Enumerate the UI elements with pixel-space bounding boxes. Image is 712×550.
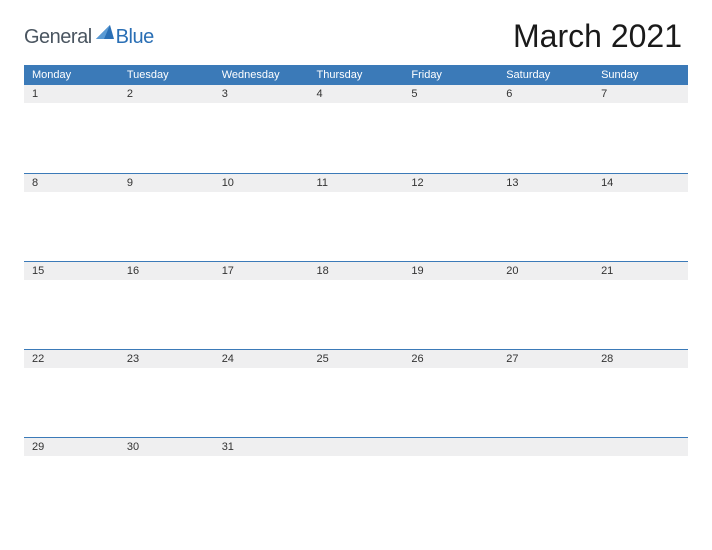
- week-row: 891011121314: [24, 173, 688, 261]
- day-cell: 9: [119, 173, 214, 261]
- day-cell: 17: [214, 261, 309, 349]
- day-cell: 26: [403, 349, 498, 437]
- day-number: 31: [214, 437, 309, 456]
- day-number: 25: [309, 349, 404, 368]
- day-header: Friday: [403, 65, 498, 85]
- day-cell: 19: [403, 261, 498, 349]
- day-number: 19: [403, 261, 498, 280]
- day-number: [403, 437, 498, 456]
- day-number: 27: [498, 349, 593, 368]
- day-number: [498, 437, 593, 456]
- day-number: 22: [24, 349, 119, 368]
- day-number: 18: [309, 261, 404, 280]
- day-cell: 15: [24, 261, 119, 349]
- day-cell: 1: [24, 85, 119, 173]
- day-number: 21: [593, 261, 688, 280]
- day-number: 15: [24, 261, 119, 280]
- day-number: 23: [119, 349, 214, 368]
- day-cell: 25: [309, 349, 404, 437]
- day-cell: 28: [593, 349, 688, 437]
- week-row: 15161718192021: [24, 261, 688, 349]
- week-row: 22232425262728: [24, 349, 688, 437]
- day-cell: 31: [214, 437, 309, 525]
- day-number: 16: [119, 261, 214, 280]
- week-row: 293031: [24, 437, 688, 525]
- day-header-row: Monday Tuesday Wednesday Thursday Friday…: [24, 65, 688, 85]
- day-cell: 21: [593, 261, 688, 349]
- day-cell: [309, 437, 404, 525]
- day-cell: 7: [593, 85, 688, 173]
- day-number: 12: [403, 173, 498, 192]
- day-cell: 10: [214, 173, 309, 261]
- day-cell: 29: [24, 437, 119, 525]
- day-number: 11: [309, 173, 404, 192]
- day-number: 26: [403, 349, 498, 368]
- day-number: 28: [593, 349, 688, 368]
- day-number: 29: [24, 437, 119, 456]
- day-cell: 24: [214, 349, 309, 437]
- day-cell: [593, 437, 688, 525]
- day-cell: 11: [309, 173, 404, 261]
- calendar-grid: Monday Tuesday Wednesday Thursday Friday…: [24, 65, 688, 525]
- day-cell: 4: [309, 85, 404, 173]
- day-number: 5: [403, 85, 498, 103]
- day-number: [309, 437, 404, 456]
- day-number: 10: [214, 173, 309, 192]
- day-cell: 30: [119, 437, 214, 525]
- day-header: Saturday: [498, 65, 593, 85]
- day-cell: [403, 437, 498, 525]
- day-number: 24: [214, 349, 309, 368]
- day-number: 13: [498, 173, 593, 192]
- day-header: Thursday: [309, 65, 404, 85]
- day-cell: 13: [498, 173, 593, 261]
- day-cell: 8: [24, 173, 119, 261]
- day-cell: 20: [498, 261, 593, 349]
- day-number: 4: [309, 85, 404, 103]
- day-cell: 12: [403, 173, 498, 261]
- day-header: Tuesday: [119, 65, 214, 85]
- day-cell: 5: [403, 85, 498, 173]
- day-number: 17: [214, 261, 309, 280]
- header: General Blue March 2021: [24, 18, 688, 55]
- day-number: 20: [498, 261, 593, 280]
- logo: General Blue: [24, 25, 154, 55]
- calendar-title: March 2021: [513, 18, 688, 55]
- day-cell: 23: [119, 349, 214, 437]
- day-number: 14: [593, 173, 688, 192]
- day-header: Sunday: [593, 65, 688, 85]
- logo-triangle-icon: [96, 25, 114, 41]
- day-number: 30: [119, 437, 214, 456]
- week-row: 1234567: [24, 85, 688, 173]
- logo-text-general: General: [24, 26, 92, 49]
- day-number: 2: [119, 85, 214, 103]
- day-cell: 16: [119, 261, 214, 349]
- day-number: 7: [593, 85, 688, 103]
- day-number: 1: [24, 85, 119, 103]
- day-cell: 14: [593, 173, 688, 261]
- day-number: 6: [498, 85, 593, 103]
- logo-text-blue: Blue: [116, 26, 154, 49]
- day-cell: 27: [498, 349, 593, 437]
- day-header: Monday: [24, 65, 119, 85]
- day-number: 3: [214, 85, 309, 103]
- day-cell: 2: [119, 85, 214, 173]
- day-cell: 3: [214, 85, 309, 173]
- day-cell: [498, 437, 593, 525]
- day-cell: 22: [24, 349, 119, 437]
- day-number: 9: [119, 173, 214, 192]
- day-cell: 6: [498, 85, 593, 173]
- day-cell: 18: [309, 261, 404, 349]
- day-number: 8: [24, 173, 119, 192]
- day-header: Wednesday: [214, 65, 309, 85]
- day-number: [593, 437, 688, 456]
